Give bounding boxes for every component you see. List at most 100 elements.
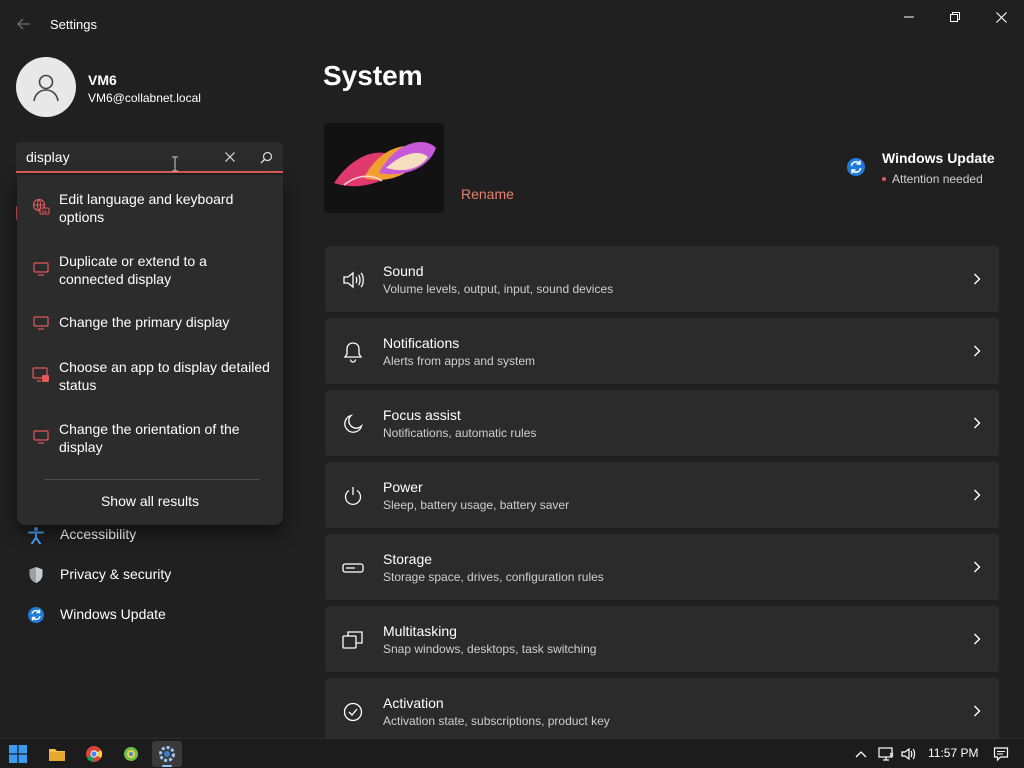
sidebar-item-label: Privacy & security [60,566,172,582]
card-title: Activation [383,695,444,711]
clear-search-button[interactable] [220,147,240,167]
taskbar-app[interactable] [116,741,146,767]
close-icon [225,152,235,162]
card-subtitle: Sleep, battery usage, battery saver [383,498,570,512]
chevron-right-icon [969,558,985,576]
start-button[interactable] [3,741,33,767]
folder-icon [49,749,65,761]
card-focus-assist[interactable]: Focus assist Notifications, automatic ru… [325,390,999,456]
suggestion-item[interactable]: Choose an app to display detailed status [17,356,283,396]
taskbar: 11:57 PM [0,738,1024,768]
card-subtitle: Snap windows, desktops, task switching [383,642,597,656]
title-bar: Settings [0,0,1024,48]
card-subtitle: Activation state, subscriptions, product… [383,714,610,728]
notification-center-button[interactable] [991,744,1011,764]
back-button[interactable] [10,12,38,36]
check-circle-icon [341,700,365,724]
monitor-icon [31,259,51,279]
card-activation[interactable]: Activation Activation state, subscriptio… [325,678,999,744]
speaker-icon [901,747,916,761]
suggestion-item[interactable]: Change the orientation of the display [17,418,283,458]
card-sound[interactable]: Sound Volume levels, output, input, soun… [325,246,999,312]
suggestion-item[interactable]: Edit language and keyboard options [17,188,283,228]
moon-icon [341,412,365,436]
chrome-icon [86,746,103,763]
sidebar-item-label: Windows Update [60,606,166,622]
card-title: Focus assist [383,407,461,423]
monitor-icon [31,427,51,447]
user-name: VM6 [88,72,117,88]
monitor-status-icon [31,365,51,385]
card-storage[interactable]: Storage Storage space, drives, configura… [325,534,999,600]
minimize-button[interactable] [886,4,932,30]
card-power[interactable]: Power Sleep, battery usage, battery save… [325,462,999,528]
card-title: Notifications [383,335,460,351]
suggestion-label: Change the primary display [59,314,230,330]
monitor-icon [31,313,51,333]
sidebar-item-privacy[interactable]: Privacy & security [16,556,283,592]
windows-update-icon [846,157,866,177]
storage-icon [341,556,365,580]
chevron-up-icon [855,751,867,758]
windows-update-icon [26,605,46,625]
arrow-left-icon [17,18,30,30]
close-button[interactable] [978,4,1024,30]
chevron-right-icon [969,270,985,288]
minimize-icon [904,16,914,18]
card-title: Power [383,479,423,495]
user-icon [33,74,59,102]
suggestion-item[interactable]: Duplicate or extend to a connected displ… [17,250,283,290]
text-cursor-icon [170,156,180,172]
user-email: VM6@collabnet.local [88,91,201,105]
network-icon [878,747,894,761]
device-wallpaper-thumbnail [324,123,444,213]
attention-dot [882,177,886,181]
card-notifications[interactable]: Notifications Alerts from apps and syste… [325,318,999,384]
chevron-right-icon [969,342,985,360]
page-title: System [323,60,423,91]
windows-update-title[interactable]: Windows Update [882,150,995,166]
card-subtitle: Storage space, drives, configuration rul… [383,570,604,584]
suggestion-label: Change the orientation of the display [59,421,240,455]
taskbar-file-explorer[interactable] [42,741,72,767]
chevron-right-icon [969,702,985,720]
gear-icon [159,746,175,762]
suggestion-item[interactable]: Change the primary display [17,311,283,335]
suggestion-label: Duplicate or extend to a connected displ… [59,253,207,287]
search-icon [260,151,272,163]
network-status[interactable] [876,744,896,764]
card-subtitle: Volume levels, output, input, sound devi… [383,282,614,296]
search-button[interactable] [256,147,276,167]
search-input[interactable] [26,148,216,166]
rename-link[interactable]: Rename [461,186,514,202]
taskbar-clock[interactable]: 11:57 PM [928,746,978,760]
search-box[interactable] [16,142,283,173]
windows-update-status: Attention needed [892,172,983,186]
show-hidden-icons-button[interactable] [851,744,871,764]
speaker-icon [341,268,365,292]
chat-bubble-icon [993,747,1009,762]
power-icon [341,484,365,508]
taskbar-chrome[interactable] [79,741,109,767]
chevron-right-icon [969,630,985,648]
app-title: Settings [50,17,97,32]
avatar[interactable] [16,57,76,117]
sidebar-item-windows-update[interactable]: Windows Update [16,596,283,632]
bell-icon [341,340,365,364]
shield-icon [26,565,46,585]
windows-logo-icon [9,745,27,763]
restore-button[interactable] [932,4,978,30]
restore-icon [950,12,960,22]
sidebar-item-label: Accessibility [60,526,137,542]
show-all-results-button[interactable]: Show all results [17,493,283,509]
close-icon [995,11,1007,23]
multitasking-icon [341,628,365,652]
search-suggestions: Edit language and keyboard options Dupli… [17,175,283,525]
taskbar-settings[interactable] [152,741,182,767]
suggestion-label: Choose an app to display detailed status [59,359,270,393]
card-subtitle: Alerts from apps and system [383,354,536,368]
card-title: Storage [383,551,433,567]
card-multitasking[interactable]: Multitasking Snap windows, desktops, tas… [325,606,999,672]
volume-control[interactable] [899,744,919,764]
card-subtitle: Notifications, automatic rules [383,426,537,440]
